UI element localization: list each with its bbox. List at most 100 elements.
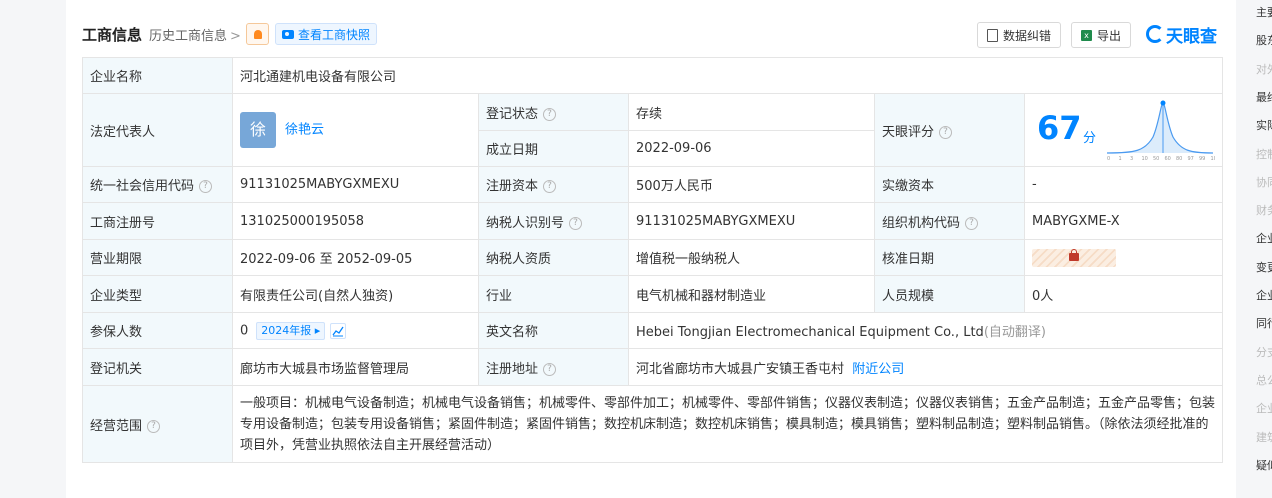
help-icon[interactable]: ? bbox=[543, 107, 557, 121]
score-axis-tick: 1 bbox=[1119, 156, 1122, 161]
anchor-nav-item[interactable]: 企业 bbox=[1256, 400, 1272, 416]
company-name-label: 企业名称 bbox=[82, 57, 233, 94]
anchor-nav-item[interactable]: 企业 bbox=[1256, 230, 1272, 246]
score-axis-tick: 100 bbox=[1211, 156, 1216, 161]
locked-value[interactable] bbox=[1032, 248, 1116, 267]
anchor-nav-item[interactable]: 建筑 bbox=[1256, 429, 1272, 445]
staff-size: 0人 bbox=[1024, 275, 1223, 313]
anchor-nav-item[interactable]: 主要 bbox=[1256, 4, 1272, 20]
english-name-label: 英文名称 bbox=[478, 312, 629, 349]
score-axis-tick: 99 bbox=[1199, 156, 1205, 161]
legal-rep-cell: 徐徐艳云 bbox=[232, 93, 479, 167]
help-icon[interactable]: ? bbox=[543, 362, 557, 376]
snapshot-label: 查看工商快照 bbox=[298, 27, 371, 42]
score-label: 天眼评分 bbox=[882, 124, 935, 140]
export-button[interactable]: x 导出 bbox=[1071, 22, 1132, 48]
anchor-nav-item[interactable]: 疑似 bbox=[1256, 457, 1272, 473]
score-label-cell: 天眼评分? bbox=[874, 93, 1025, 167]
history-info-link[interactable]: 历史工商信息 > bbox=[149, 25, 241, 44]
found-date: 2022-09-06 bbox=[628, 130, 875, 167]
auto-translate-note: (自动翻译) bbox=[983, 325, 1046, 340]
company-type: 有限责任公司(自然人独资) bbox=[232, 275, 479, 313]
anchor-nav-item[interactable]: 实际 bbox=[1256, 117, 1272, 133]
score-value: 67 bbox=[1037, 109, 1082, 147]
anchor-nav-item[interactable]: 分支 bbox=[1256, 344, 1272, 360]
approve-date-label: 核准日期 bbox=[874, 239, 1025, 276]
anchor-nav-item[interactable]: 最终 bbox=[1256, 89, 1272, 105]
help-icon[interactable]: ? bbox=[939, 125, 953, 139]
org-code-label: 组织机构代码 bbox=[882, 215, 961, 231]
table-row: 登记机关 廊坊市大城县市场监督管理局 注册地址? 河北省廊坊市大城县广安镇王香屯… bbox=[82, 348, 1223, 386]
anchor-nav-item[interactable]: 同行 bbox=[1256, 315, 1272, 331]
reg-capital-label-cell: 注册资本? bbox=[478, 166, 629, 203]
anchor-nav-item[interactable]: 控制 bbox=[1256, 146, 1272, 162]
anchor-nav-item[interactable]: 对外 bbox=[1256, 61, 1272, 77]
avatar: 徐 bbox=[240, 112, 276, 148]
score-cell[interactable]: 67 分 0 1 3 10 50 60 80 97 99 100 bbox=[1024, 93, 1223, 167]
section-header: 工商信息 历史工商信息 > 查看工商快照 数据纠错 x 导出 天眼查 bbox=[82, 22, 1220, 48]
address-label: 注册地址 bbox=[486, 361, 539, 377]
bell-icon bbox=[253, 29, 262, 39]
table-row: 企业类型 有限责任公司(自然人独资) 行业 电气机械和器材制造业 人员规模 0人 bbox=[82, 275, 1223, 313]
table-row: 统一社会信用代码? 91131025MABYGXMEXU 注册资本? 500万人… bbox=[82, 166, 1223, 203]
snapshot-button[interactable]: 查看工商快照 bbox=[275, 23, 378, 45]
data-correction-label: 数据纠错 bbox=[1003, 28, 1052, 43]
score-axis-tick: 3 bbox=[1130, 156, 1133, 161]
anchor-nav-item[interactable]: 变更 bbox=[1256, 259, 1272, 275]
term: 2022-09-06 至 2052-09-05 bbox=[232, 239, 479, 276]
insured-cell: 0 2024年报 ▸ bbox=[232, 312, 479, 349]
approve-date-cell bbox=[1024, 239, 1223, 276]
english-name-cell: Hebei Tongjian Electromechanical Equipme… bbox=[628, 312, 1223, 349]
taxpayer-id: 91131025MABYGXMEXU bbox=[628, 202, 875, 240]
credit-code-label-cell: 统一社会信用代码? bbox=[82, 166, 233, 203]
monitor-bell-button[interactable] bbox=[246, 23, 269, 45]
company-name: 河北通建机电设备有限公司 bbox=[232, 57, 1223, 94]
anchor-nav-item[interactable]: 股东 bbox=[1256, 32, 1272, 48]
section-title: 工商信息 bbox=[82, 26, 143, 44]
score-widget: 67 分 0 1 3 10 50 60 80 97 99 100 bbox=[1025, 95, 1222, 165]
table-row: 经营范围? 一般项目：机械电气设备制造；机械电气设备销售；机械零件、零部件加工；… bbox=[82, 385, 1223, 463]
reg-capital-label: 注册资本 bbox=[486, 179, 539, 194]
annual-report-label: 2024年报 bbox=[261, 323, 312, 337]
reg-no-label: 工商注册号 bbox=[82, 202, 233, 240]
score-axis-tick: 80 bbox=[1176, 156, 1182, 161]
org-code: MABYGXME-X bbox=[1024, 202, 1223, 240]
address: 河北省廊坊市大城县广安镇王香屯村 bbox=[636, 361, 845, 377]
business-info-card: 工商信息 历史工商信息 > 查看工商快照 数据纠错 x 导出 天眼查 企业名称 河… bbox=[66, 0, 1236, 498]
table-row: 法定代表人 徐徐艳云 登记状态? 存续 天眼评分? 67 分 0 1 3 10 50 60… bbox=[82, 93, 1223, 167]
table-row: 企业名称 河北通建机电设备有限公司 bbox=[82, 57, 1223, 94]
authority: 廊坊市大城县市场监督管理局 bbox=[232, 348, 479, 386]
reg-no: 131025000195058 bbox=[232, 202, 479, 240]
data-correction-button[interactable]: 数据纠错 bbox=[977, 22, 1062, 48]
score-unit: 分 bbox=[1083, 131, 1097, 146]
anchor-nav-item[interactable]: 总公 bbox=[1256, 372, 1272, 388]
help-icon[interactable]: ? bbox=[569, 216, 583, 230]
help-icon[interactable]: ? bbox=[147, 419, 161, 433]
address-cell: 河北省廊坊市大城县广安镇王香屯村 附近公司 bbox=[628, 348, 1223, 386]
help-icon[interactable]: ? bbox=[965, 216, 979, 230]
logo-icon bbox=[1146, 25, 1164, 43]
insured-label: 参保人数 bbox=[82, 312, 233, 349]
scope-label-cell: 经营范围? bbox=[82, 385, 233, 463]
legal-rep-link[interactable]: 徐艳云 bbox=[285, 123, 324, 138]
score-axis-tick: 50 bbox=[1153, 156, 1159, 161]
annual-report-badge[interactable]: 2024年报 ▸ bbox=[256, 321, 326, 340]
address-label-cell: 注册地址? bbox=[478, 348, 629, 386]
taxpayer-type: 增值税一般纳税人 bbox=[628, 239, 875, 276]
brand-name: 天眼查 bbox=[1166, 26, 1217, 47]
chevron-right-icon: > bbox=[230, 29, 241, 44]
anchor-nav-item[interactable]: 企业 bbox=[1256, 287, 1272, 303]
table-row: 工商注册号 131025000195058 纳税人识别号? 91131025MA… bbox=[82, 202, 1223, 240]
help-icon[interactable]: ? bbox=[199, 180, 213, 193]
score-axis-tick: 0 bbox=[1107, 156, 1110, 161]
score-axis-tick: 60 bbox=[1165, 156, 1171, 161]
help-icon[interactable]: ? bbox=[543, 180, 557, 193]
anchor-nav-item[interactable]: 协同 bbox=[1256, 174, 1272, 190]
document-icon bbox=[987, 28, 998, 42]
anchor-nav-item[interactable]: 财务 bbox=[1256, 202, 1272, 218]
nearby-companies-link[interactable]: 附近公司 bbox=[852, 362, 904, 377]
trend-chart-icon[interactable] bbox=[330, 322, 347, 339]
scope-label: 经营范围 bbox=[90, 418, 143, 434]
reg-status-label: 登记状态 bbox=[486, 106, 539, 122]
taxpayer-id-label: 纳税人识别号 bbox=[486, 215, 565, 231]
